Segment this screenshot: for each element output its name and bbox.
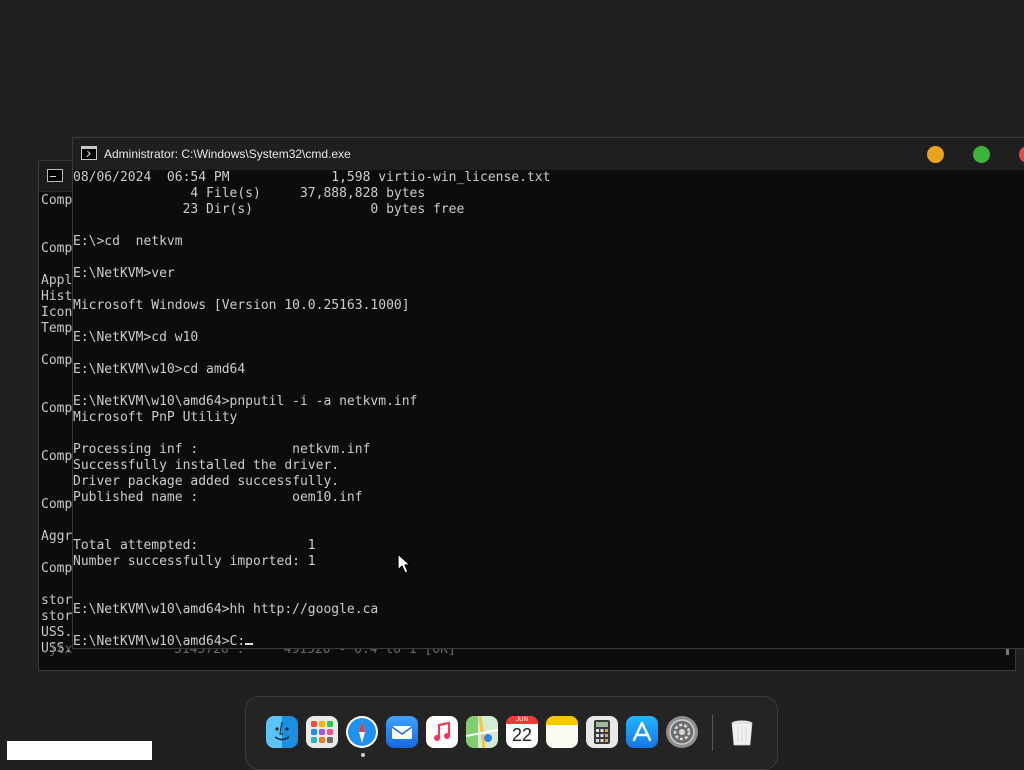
console-input[interactable]: C: [230, 634, 246, 648]
background-console-line: Comp [41, 193, 73, 208]
background-console-line: Comp [41, 561, 73, 576]
console-line: E:\NetKVM\w10>cd amd64 [73, 362, 246, 377]
console-icon [47, 169, 63, 182]
app-store-icon[interactable] [626, 716, 658, 748]
console-line: 4 File(s) 37,888,828 bytes [73, 186, 426, 201]
background-console-line: stor [41, 609, 73, 624]
finder-icon[interactable] [266, 716, 298, 748]
background-console-line: Comp [41, 241, 73, 256]
console-line: Total attempted: 1 [73, 538, 316, 553]
console-line: Driver package added successfully. [73, 474, 340, 489]
calendar-icon[interactable]: JUN 22 [506, 716, 538, 748]
console-line: 08/06/2024 06:54 PM 1,598 virtio-win_lic… [73, 170, 551, 185]
console-line: E:\NetKVM>ver [73, 266, 175, 281]
mouse-pointer-icon [397, 553, 411, 574]
safari-icon[interactable] [346, 716, 378, 748]
dock: JUN 22 [245, 696, 778, 770]
console-line: Microsoft Windows [Version 10.0.25163.10… [73, 298, 410, 313]
console-line: 23 Dir(s) 0 bytes free [73, 202, 465, 217]
calendar-day: 22 [511, 725, 533, 745]
cmd-icon [81, 146, 97, 160]
console-line: Number successfully imported: 1 [73, 554, 316, 569]
music-icon[interactable] [426, 716, 458, 748]
cmd-window[interactable]: Administrator: C:\Windows\System32\cmd.e… [72, 137, 1024, 649]
background-console-line: Comp [41, 497, 73, 512]
window-title: Administrator: C:\Windows\System32\cmd.e… [104, 147, 351, 161]
calculator-icon[interactable] [586, 716, 618, 748]
background-console-line: stor [41, 593, 73, 608]
maximize-button[interactable] [973, 146, 990, 163]
trash-icon[interactable] [726, 716, 758, 748]
notes-icon[interactable] [546, 716, 578, 748]
close-button[interactable] [1019, 146, 1024, 163]
console-line: E:\NetKVM>cd w10 [73, 330, 199, 345]
console-line: Published name : oem10.inf [73, 490, 363, 505]
background-console-line: USS. [41, 625, 73, 640]
console-output: 08/06/2024 06:54 PM 1,598 virtio-win_lic… [73, 170, 550, 648]
gear-icon[interactable] [666, 716, 698, 748]
console-line: E:\NetKVM\w10\amd64>pnputil -i -a netkvm… [73, 394, 418, 409]
white-bar [7, 741, 152, 760]
console-line: Successfully installed the driver. [73, 458, 340, 473]
console-line: E:\NetKVM\w10\amd64>hh http://google.ca [73, 602, 379, 617]
window-titlebar[interactable]: Administrator: C:\Windows\System32\cmd.e… [73, 138, 1024, 170]
console-area[interactable]: 08/06/2024 06:54 PM 1,598 virtio-win_lic… [73, 170, 1024, 648]
console-input-line[interactable]: E:\NetKVM\w10\amd64>C: [73, 634, 550, 648]
console-line: Processing inf : netkvm.inf [73, 442, 371, 457]
background-console-line: Aggr [41, 529, 73, 544]
background-console-line: Comp [41, 401, 73, 416]
background-console-line: Appl [41, 273, 73, 288]
minimize-button[interactable] [927, 146, 944, 163]
background-console-line: Icon [41, 305, 73, 320]
calendar-month: JUN [506, 716, 538, 724]
maps-icon[interactable] [466, 716, 498, 748]
console-prompt: E:\NetKVM\w10\amd64> [73, 634, 230, 648]
text-cursor [245, 643, 254, 645]
background-console-line: Temp [41, 321, 73, 336]
background-console-line: Comp [41, 353, 73, 368]
launchpad-icon[interactable] [306, 716, 338, 748]
console-line: E:\>cd netkvm [73, 234, 183, 249]
dock-divider [712, 715, 713, 751]
dock-running-indicator [361, 753, 365, 757]
mail-icon[interactable] [386, 716, 418, 748]
background-console-line: Comp [41, 449, 73, 464]
console-line: Microsoft PnP Utility [73, 410, 238, 425]
background-console-line: Hist [41, 289, 73, 304]
